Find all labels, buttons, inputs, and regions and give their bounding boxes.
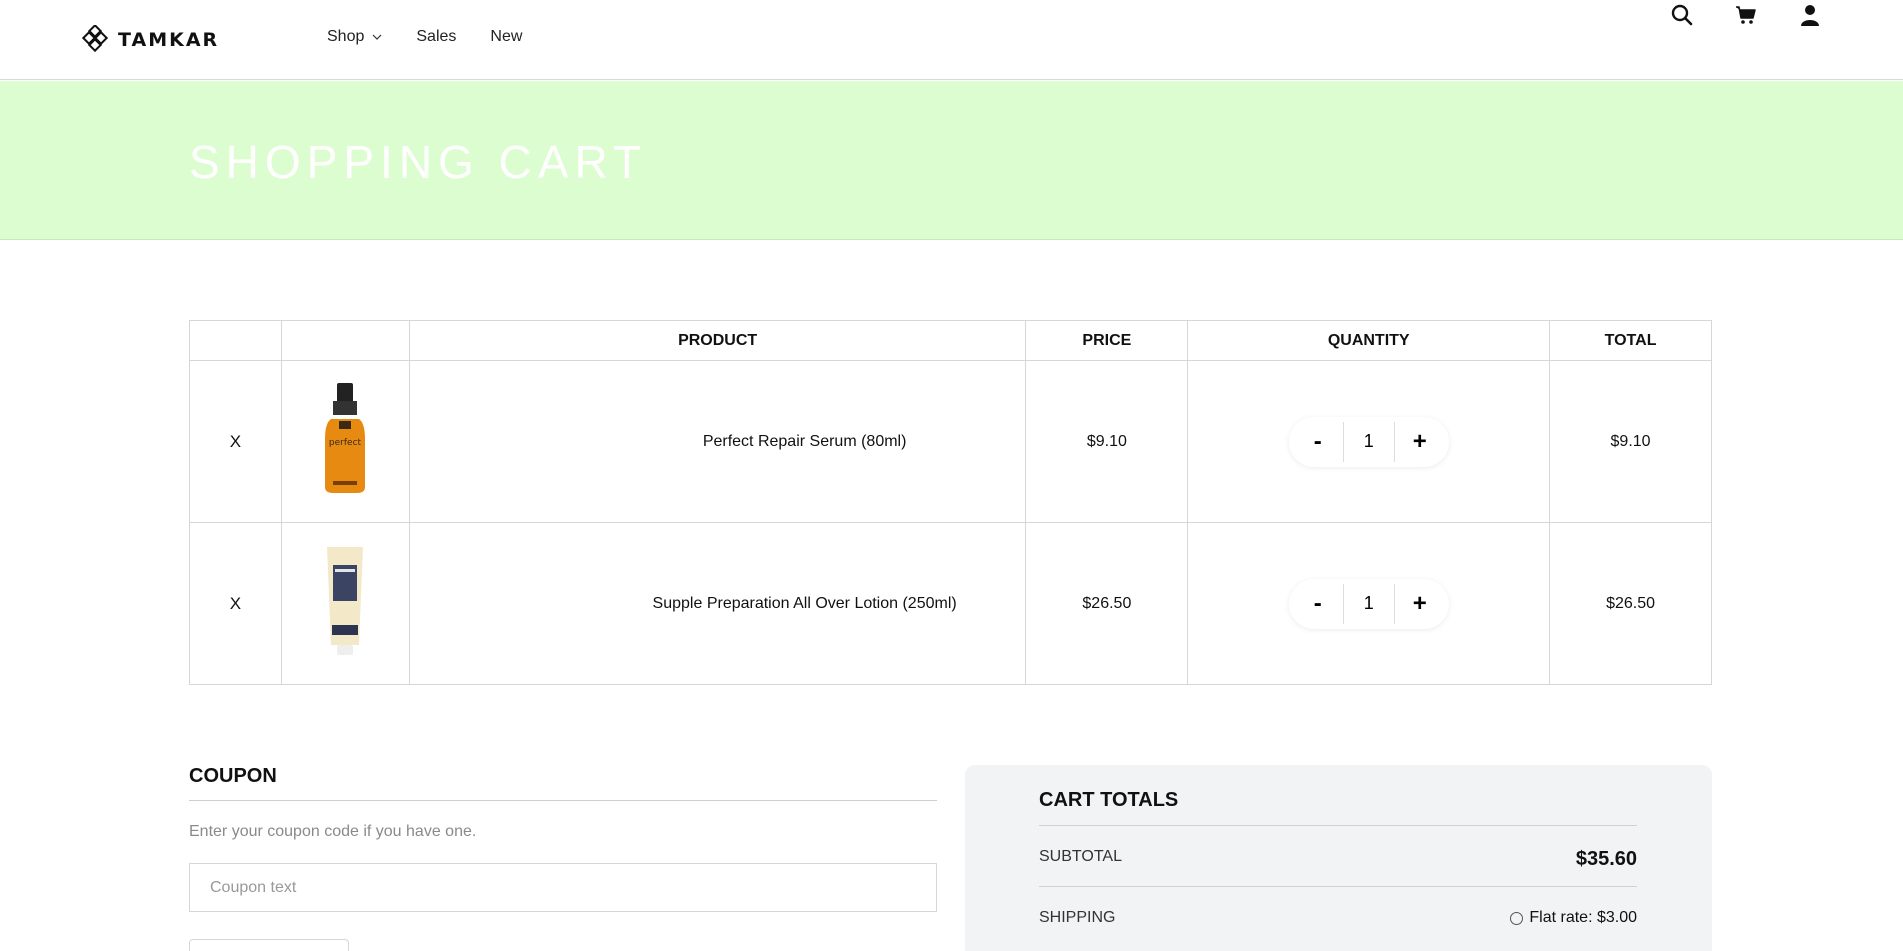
coupon-input[interactable] bbox=[189, 863, 937, 912]
cart-table: PRODUCT PRICE QUANTITY TOTAL X perfect P… bbox=[189, 320, 1712, 685]
cart-icon bbox=[1736, 6, 1756, 24]
cart-button[interactable] bbox=[1731, 0, 1761, 30]
brand-name: TAMKAR bbox=[118, 29, 220, 51]
line-total: $26.50 bbox=[1606, 594, 1656, 612]
column-header-quantity: QUANTITY bbox=[1187, 320, 1551, 361]
product-image[interactable]: perfect bbox=[315, 379, 375, 499]
nav-sales-label: Sales bbox=[416, 28, 457, 45]
column-header-price: PRICE bbox=[1025, 320, 1189, 361]
increase-quantity-button[interactable]: + bbox=[1395, 584, 1445, 624]
remove-item-button[interactable]: X bbox=[230, 594, 241, 613]
decrease-quantity-button[interactable]: - bbox=[1293, 422, 1343, 462]
brand-logo[interactable]: TAMKAR bbox=[82, 24, 219, 56]
column-header-product: PRODUCT bbox=[408, 320, 1027, 361]
cart-totals-title: CART TOTALS bbox=[1039, 789, 1179, 811]
product-name[interactable]: Perfect Repair Serum (80ml) bbox=[703, 433, 907, 450]
subtotal-label: SUBTOTAL bbox=[1039, 848, 1122, 865]
shipping-option-flat-rate[interactable]: Flat rate: $3.00 bbox=[1510, 909, 1637, 927]
shipping-label: SHIPPING bbox=[1039, 909, 1116, 926]
quantity-stepper: - + bbox=[1288, 416, 1449, 467]
nav-shop-label: Shop bbox=[327, 28, 365, 45]
logo-mark-icon bbox=[82, 25, 109, 53]
divider bbox=[1039, 886, 1637, 887]
table-row: X Supple Preparation All Over Lotion (25… bbox=[189, 522, 1712, 685]
table-row: X perfect Perfect Repair Serum (80ml) $9… bbox=[189, 360, 1712, 523]
nav-shop[interactable]: Shop bbox=[327, 28, 382, 46]
nav-sales[interactable]: Sales bbox=[416, 28, 456, 46]
cart-totals: CART TOTALS SUBTOTAL $35.60 SHIPPING Fla… bbox=[965, 765, 1712, 951]
column-header-remove bbox=[189, 320, 282, 361]
quantity-stepper: - + bbox=[1288, 578, 1449, 629]
page-title: SHOPPING CART bbox=[189, 136, 647, 188]
chevron-down-icon bbox=[372, 34, 382, 40]
page-banner: SHOPPING CART bbox=[0, 81, 1903, 240]
increase-quantity-button[interactable]: + bbox=[1395, 422, 1445, 462]
column-header-image bbox=[280, 320, 410, 361]
coupon-section: COUPON Enter your coupon code if you hav… bbox=[189, 765, 937, 951]
quantity-input[interactable] bbox=[1342, 421, 1395, 462]
coupon-description: Enter your coupon code if you have one. bbox=[189, 823, 477, 840]
column-header-total: TOTAL bbox=[1549, 320, 1712, 361]
user-icon bbox=[1801, 5, 1819, 26]
radio-icon[interactable] bbox=[1510, 911, 1524, 925]
nav-new-label: New bbox=[490, 28, 523, 45]
apply-coupon-button[interactable] bbox=[189, 939, 349, 951]
shipping-option-label: Flat rate: $3.00 bbox=[1529, 909, 1637, 926]
decrease-quantity-button[interactable]: - bbox=[1293, 584, 1343, 624]
account-button[interactable] bbox=[1795, 0, 1825, 30]
nav-new[interactable]: New bbox=[490, 28, 522, 46]
search-icon bbox=[1671, 4, 1693, 26]
site-header: TAMKAR Shop Sales New bbox=[0, 0, 1903, 80]
product-image[interactable] bbox=[315, 541, 375, 661]
remove-item-button[interactable]: X bbox=[230, 432, 241, 451]
search-button[interactable] bbox=[1667, 0, 1697, 30]
quantity-input[interactable] bbox=[1342, 583, 1395, 624]
cart-table-header: PRODUCT PRICE QUANTITY TOTAL bbox=[189, 320, 1712, 361]
subtotal-value: $35.60 bbox=[1575, 848, 1637, 870]
coupon-title: COUPON bbox=[189, 765, 937, 801]
product-name[interactable]: Supple Preparation All Over Lotion (250m… bbox=[653, 595, 957, 612]
divider bbox=[1039, 825, 1637, 826]
product-price: $26.50 bbox=[1082, 594, 1132, 612]
product-price: $9.10 bbox=[1086, 432, 1127, 450]
main-nav: Shop Sales New bbox=[327, 28, 556, 46]
svg-text:perfect: perfect bbox=[329, 438, 362, 448]
line-total: $9.10 bbox=[1610, 432, 1651, 450]
